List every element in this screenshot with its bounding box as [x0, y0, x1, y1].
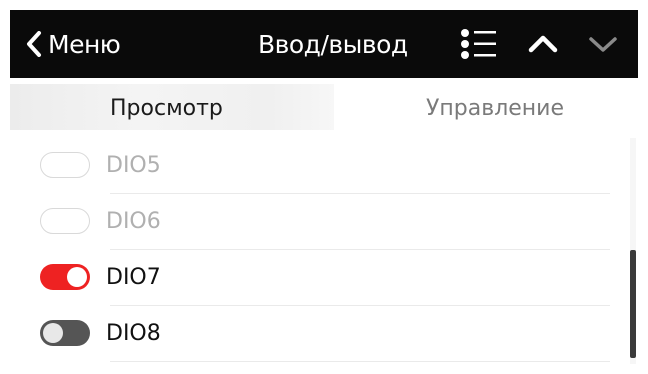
item-label: DIO8: [106, 320, 161, 346]
toggle-knob: [43, 323, 63, 343]
tab-bar: Просмотр Управление: [10, 78, 638, 138]
list-item: DIO6: [10, 194, 610, 250]
chevron-left-icon: [27, 31, 41, 57]
io-list: DIO5 DIO6 DIO7 DIO8: [10, 138, 638, 364]
toggle-switch[interactable]: [40, 152, 90, 178]
list-view-button[interactable]: [461, 10, 497, 78]
toggle-switch[interactable]: [40, 320, 90, 346]
scrollbar-thumb[interactable]: [630, 250, 636, 358]
chevron-down-icon: [589, 37, 617, 52]
page-title: Ввод/вывод: [258, 29, 408, 59]
back-label: Меню: [48, 29, 121, 59]
scroll-up-button[interactable]: [528, 10, 558, 78]
item-label: DIO6: [106, 208, 161, 234]
item-label: DIO7: [106, 264, 161, 290]
list-item: DIO8: [10, 306, 610, 362]
list-icon: [461, 29, 496, 59]
app-screen: Меню Ввод/вывод Просмотр Управление DIO5…: [10, 10, 638, 364]
chevron-up-icon: [528, 35, 558, 53]
top-bar: Меню Ввод/вывод: [10, 10, 638, 78]
scroll-down-button[interactable]: [588, 10, 618, 78]
list-item: DIO5: [10, 138, 610, 194]
toggle-switch[interactable]: [40, 208, 90, 234]
list-item: DIO7: [10, 250, 610, 306]
tab-view[interactable]: Просмотр: [110, 78, 223, 138]
item-label: DIO5: [106, 152, 161, 178]
toggle-knob: [67, 267, 87, 287]
tab-control[interactable]: Управление: [426, 78, 564, 138]
toggle-switch[interactable]: [40, 264, 90, 290]
back-button[interactable]: Меню: [26, 10, 121, 78]
row-divider: [110, 361, 610, 362]
